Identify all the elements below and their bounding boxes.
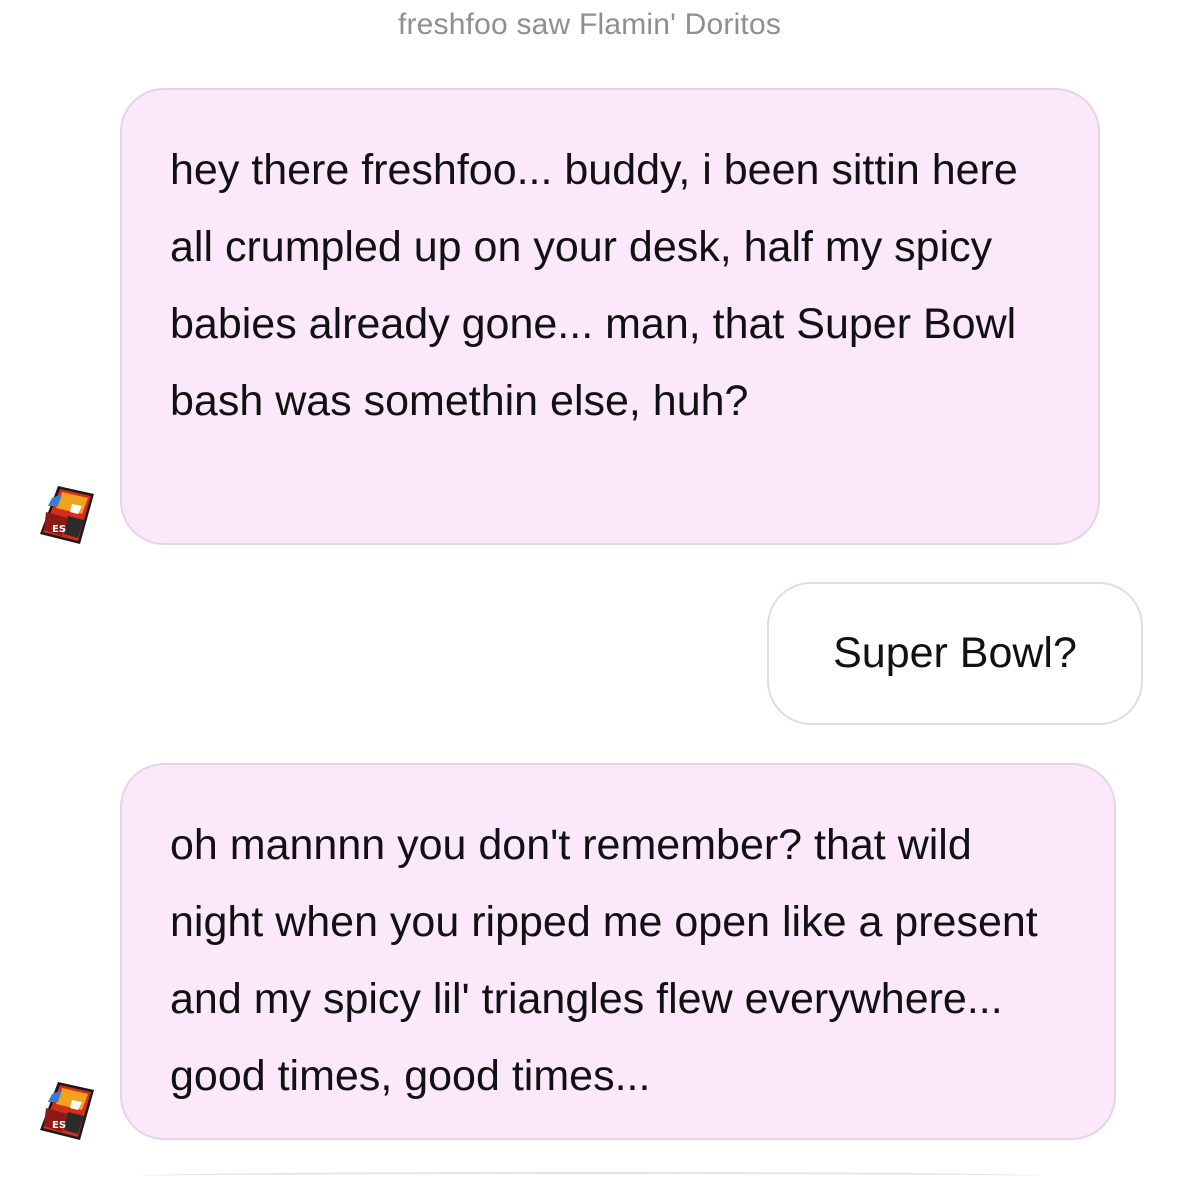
doritos-bag-icon[interactable]: ES	[38, 1080, 96, 1142]
message-text: Super Bowl?	[833, 629, 1077, 677]
incoming-message-bubble[interactable]: oh mannnn you don't remember? that wild …	[120, 763, 1116, 1140]
seen-status: freshfoo saw Flamin' Doritos	[397, 8, 782, 41]
message-text: oh mannnn you don't remember? that wild …	[170, 821, 1038, 1100]
outgoing-message-bubble[interactable]: Super Bowl?	[767, 582, 1143, 725]
message-text: hey there freshfoo... buddy, i been sitt…	[170, 146, 1018, 425]
svg-text:ES: ES	[52, 524, 66, 535]
svg-text:ES: ES	[52, 1120, 66, 1131]
doritos-bag-icon[interactable]: ES	[38, 484, 96, 546]
incoming-message-bubble[interactable]: hey there freshfoo... buddy, i been sitt…	[120, 88, 1100, 545]
